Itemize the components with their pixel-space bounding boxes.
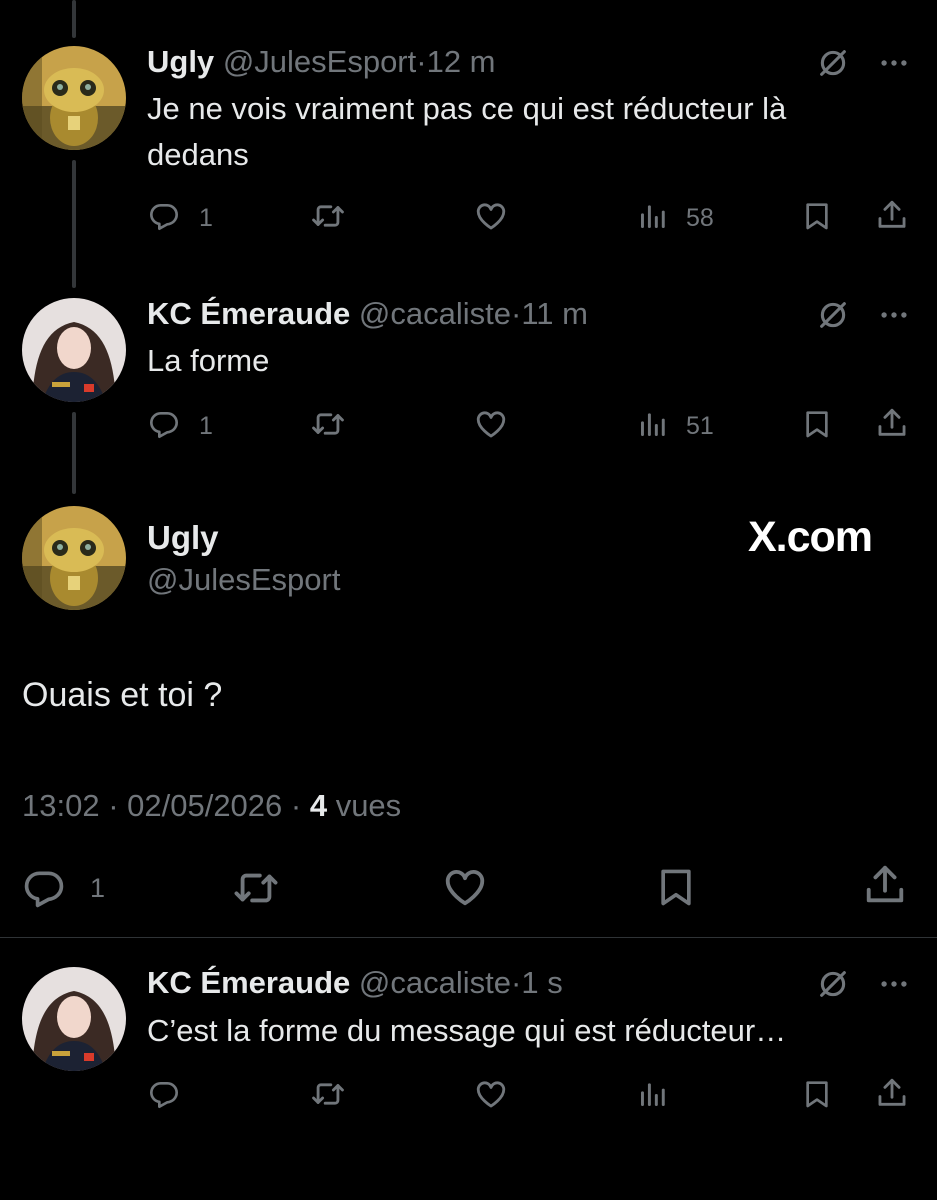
reply-count: 1 bbox=[199, 412, 213, 440]
like-icon[interactable] bbox=[474, 199, 508, 233]
like-icon[interactable] bbox=[474, 407, 508, 441]
more-icon[interactable] bbox=[875, 46, 913, 80]
views-label: vues bbox=[327, 788, 402, 823]
views-icon[interactable] bbox=[637, 200, 669, 232]
author-handle[interactable]: @JulesEsport bbox=[147, 564, 340, 595]
separator-dot: · bbox=[416, 44, 427, 79]
grok-icon[interactable] bbox=[816, 46, 850, 80]
bookmark-icon[interactable] bbox=[801, 199, 833, 233]
share-icon[interactable] bbox=[875, 198, 909, 232]
tweet-header: Ugly @JulesEsport·12 m bbox=[147, 46, 496, 77]
divider bbox=[0, 937, 937, 938]
separator-dot: · bbox=[511, 296, 522, 331]
tweet-text: C’est la forme du message qui est réduct… bbox=[147, 1013, 787, 1048]
reply-icon[interactable] bbox=[22, 866, 66, 910]
views-icon[interactable] bbox=[637, 1078, 669, 1110]
reply-icon[interactable] bbox=[148, 200, 180, 232]
tweet-header: KC Émeraude @cacaliste·11 m bbox=[147, 298, 588, 329]
author-name[interactable]: KC Émeraude bbox=[147, 965, 350, 1000]
share-icon[interactable] bbox=[875, 406, 909, 440]
reply-icon[interactable] bbox=[148, 1078, 180, 1110]
thread-line-top bbox=[72, 0, 76, 38]
views-count: 51 bbox=[686, 412, 714, 440]
grok-icon[interactable] bbox=[816, 298, 850, 332]
share-icon[interactable] bbox=[862, 862, 908, 908]
views-count: 58 bbox=[686, 204, 714, 232]
grok-icon[interactable] bbox=[816, 967, 850, 1001]
author-name[interactable]: Ugly bbox=[147, 44, 214, 79]
tweet-text: La forme bbox=[147, 343, 270, 378]
more-icon[interactable] bbox=[875, 298, 913, 332]
tweet-meta: 13:02 · 02/05/2026 · 4 vues bbox=[22, 790, 401, 821]
retweet-icon[interactable] bbox=[310, 1077, 346, 1111]
avatar[interactable] bbox=[22, 967, 126, 1071]
avatar[interactable] bbox=[22, 46, 126, 150]
thread-line-2 bbox=[72, 412, 76, 494]
avatar[interactable] bbox=[22, 506, 126, 610]
thread-line-1 bbox=[72, 160, 76, 288]
reply-icon[interactable] bbox=[148, 408, 180, 440]
tweet-text: Ouais et toi ? bbox=[22, 676, 223, 714]
bookmark-icon[interactable] bbox=[801, 407, 833, 441]
bookmark-icon[interactable] bbox=[654, 864, 698, 910]
author-name[interactable]: Ugly bbox=[147, 521, 219, 554]
tweet-header: KC Émeraude @cacaliste·1 s bbox=[147, 967, 563, 998]
timestamp[interactable]: 12 m bbox=[427, 44, 496, 79]
timestamp[interactable]: 11 m bbox=[521, 296, 588, 331]
tweet-text: Je ne vois vraiment pas ce qui est réduc… bbox=[147, 91, 787, 172]
author-name[interactable]: KC Émeraude bbox=[147, 296, 350, 331]
timestamp[interactable]: 13:02 · 02/05/2026 · bbox=[22, 788, 310, 823]
reply-count: 1 bbox=[199, 204, 213, 232]
share-icon[interactable] bbox=[875, 1076, 909, 1110]
watermark-logo: X.com bbox=[748, 513, 873, 561]
avatar[interactable] bbox=[22, 298, 126, 402]
author-handle[interactable]: @cacaliste bbox=[359, 296, 511, 331]
more-icon[interactable] bbox=[875, 967, 913, 1001]
like-icon[interactable] bbox=[442, 864, 488, 910]
retweet-icon[interactable] bbox=[310, 199, 346, 233]
views-icon[interactable] bbox=[637, 408, 669, 440]
retweet-icon[interactable] bbox=[231, 865, 281, 911]
retweet-icon[interactable] bbox=[310, 407, 346, 441]
views-count: 4 bbox=[309, 788, 328, 823]
separator-dot: · bbox=[511, 965, 522, 1000]
like-icon[interactable] bbox=[474, 1077, 508, 1111]
author-handle[interactable]: @cacaliste bbox=[359, 965, 511, 1000]
author-handle[interactable]: @JulesEsport bbox=[223, 44, 416, 79]
timestamp[interactable]: 1 s bbox=[521, 965, 562, 1000]
bookmark-icon[interactable] bbox=[801, 1077, 833, 1111]
reply-count: 1 bbox=[90, 873, 106, 903]
